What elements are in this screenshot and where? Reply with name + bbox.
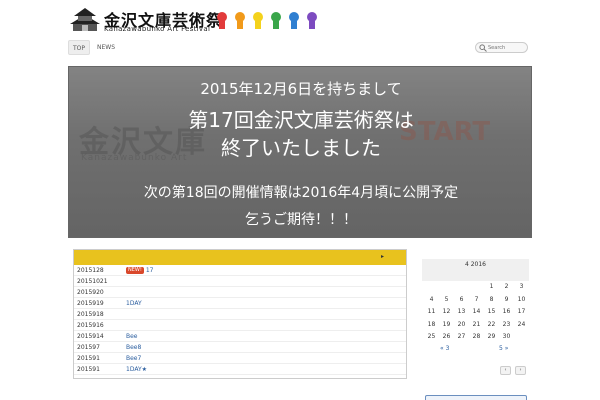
calendar-day xyxy=(424,281,439,293)
table-row[interactable]: 201597 Bee8 xyxy=(74,342,406,353)
site-header: 金沢文庫芸術祭 Kanazawabunko Art Festival xyxy=(0,0,600,38)
search-input[interactable] xyxy=(488,43,526,52)
calendar-day[interactable]: 30 xyxy=(499,331,514,343)
calendar-day xyxy=(439,281,454,293)
table-row[interactable]: 2015914 Bee xyxy=(74,331,406,342)
nav-item-top[interactable]: TOP xyxy=(68,40,90,55)
table-row[interactable]: 2015916 xyxy=(74,320,406,331)
calendar-day[interactable]: 8 xyxy=(484,294,499,306)
nav-item-news[interactable]: NEWS xyxy=(96,40,116,55)
calendar-day[interactable]: 4 xyxy=(424,294,439,306)
calendar-day[interactable]: 29 xyxy=(484,331,499,343)
table-row[interactable]: 201591 Bee7 xyxy=(74,353,406,364)
calendar-title: 4 2016 xyxy=(422,259,529,281)
calendar-day[interactable]: 12 xyxy=(439,306,454,318)
calendar-day[interactable]: 7 xyxy=(469,294,484,306)
news-date: 2015916 xyxy=(77,322,104,329)
table-row[interactable]: 2015128 NEW! 17 xyxy=(74,265,406,276)
sidebar-box[interactable] xyxy=(425,395,527,400)
table-row[interactable]: 2015918 xyxy=(74,309,406,320)
page: 金沢文庫芸術祭 Kanazawabunko Art Festival TOP N… xyxy=(0,0,600,400)
calendar-day[interactable]: 3 xyxy=(514,281,529,293)
calendar-widget: 4 2016 1 2 3 4 5 6 7 8 9 10 11 12 13 14 15 16 17 18 19 20 21… xyxy=(422,259,529,379)
calendar-day[interactable]: 22 xyxy=(484,319,499,331)
calendar-day[interactable]: 5 xyxy=(439,294,454,306)
search-box[interactable] xyxy=(475,42,528,53)
calendar-day xyxy=(454,281,469,293)
table-row[interactable]: 20151021 xyxy=(74,276,406,287)
news-date: 2015128 xyxy=(77,267,104,274)
calendar-day[interactable]: 15 xyxy=(484,306,499,318)
news-title[interactable]: 1DAY★ xyxy=(126,364,147,375)
calendar-day[interactable]: 16 xyxy=(499,306,514,318)
hero-line-4: 次の第18回の開催情報は2016年4月頃に公開予定 xyxy=(143,185,459,201)
calendar-day[interactable]: 9 xyxy=(499,294,514,306)
prev-button[interactable]: ‹ xyxy=(500,366,511,375)
new-badge: NEW! xyxy=(126,267,144,274)
calendar-day[interactable]: 14 xyxy=(469,306,484,318)
table-row[interactable]: 2015919 1DAY xyxy=(74,298,406,309)
calendar-day[interactable]: 13 xyxy=(454,306,469,318)
next-button[interactable]: › xyxy=(515,366,526,375)
news-header: ▸ xyxy=(74,250,406,265)
hero-banner[interactable]: 金沢文庫 START Kanazawabunko Art 2015年12月6日を… xyxy=(68,66,532,238)
news-title-text[interactable]: 17 xyxy=(146,267,154,274)
calendar-day[interactable]: 18 xyxy=(424,319,439,331)
calendar-day[interactable]: 11 xyxy=(424,306,439,318)
news-date: 201591 xyxy=(77,366,100,373)
calendar-day[interactable]: 17 xyxy=(514,306,529,318)
calendar-day[interactable]: 20 xyxy=(454,319,469,331)
calendar-day[interactable]: 26 xyxy=(439,331,454,343)
calendar-next-link[interactable]: 5 » xyxy=(499,345,508,352)
hero-line-5: 乞うご期待！！！ xyxy=(245,212,357,228)
news-date: 2015919 xyxy=(77,300,104,307)
hero-line-1: 2015年12月6日を持ちまして xyxy=(200,80,402,98)
news-date: 201597 xyxy=(77,344,100,351)
news-date: 2015914 xyxy=(77,333,104,340)
hero-line-2: 第17回金沢文庫芸術祭は xyxy=(188,108,414,132)
news-title[interactable]: Bee7 xyxy=(126,353,141,364)
table-row[interactable]: 2015920 xyxy=(74,287,406,298)
news-date: 201591 xyxy=(77,355,100,362)
news-title[interactable]: Bee8 xyxy=(126,342,141,353)
calendar-day[interactable]: 1 xyxy=(484,281,499,293)
main-nav: TOP NEWS xyxy=(68,40,530,56)
calendar-prev-link[interactable]: « 3 xyxy=(440,345,449,352)
news-date: 20151021 xyxy=(77,278,108,285)
table-row[interactable]: 201591 1DAY★ xyxy=(74,364,406,375)
hero-line-3: 終了いたしました xyxy=(221,136,381,160)
calendar-day[interactable]: 19 xyxy=(439,319,454,331)
calendar-day[interactable]: 28 xyxy=(469,331,484,343)
calendar-day[interactable]: 23 xyxy=(499,319,514,331)
calendar-day[interactable]: 2 xyxy=(499,281,514,293)
news-more-arrow[interactable]: ▸ xyxy=(381,253,384,260)
calendar-day xyxy=(514,331,529,343)
news-table: ▸ 2015128 NEW! 17 20151021 2015920 201591… xyxy=(73,249,407,379)
castle-logo-icon[interactable] xyxy=(70,6,100,32)
calendar-day[interactable]: 27 xyxy=(454,331,469,343)
calendar-day[interactable]: 21 xyxy=(469,319,484,331)
calendar-day xyxy=(469,281,484,293)
news-title[interactable]: Bee xyxy=(126,331,138,342)
calendar-day[interactable]: 10 xyxy=(514,294,529,306)
calendar-day[interactable]: 6 xyxy=(454,294,469,306)
search-icon xyxy=(479,44,487,52)
news-date: 2015920 xyxy=(77,289,104,296)
calendar-day[interactable]: 24 xyxy=(514,319,529,331)
news-title[interactable]: NEW! 17 xyxy=(126,265,154,276)
news-title[interactable]: 1DAY xyxy=(126,298,142,309)
site-subtitle: Kanazawabunko Art Festival xyxy=(104,25,211,33)
calendar-day[interactable]: 25 xyxy=(424,331,439,343)
news-date: 2015918 xyxy=(77,311,104,318)
mascot-figures-icon xyxy=(217,12,317,29)
